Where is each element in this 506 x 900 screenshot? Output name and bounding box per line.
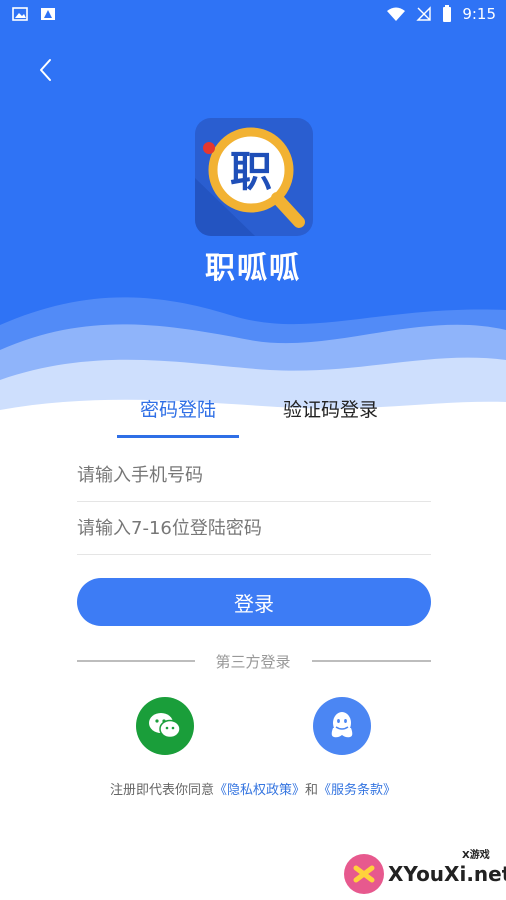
logo-char: 职	[230, 147, 272, 196]
login-tabs: 密码登陆 验证码登录	[0, 395, 506, 439]
phone-input[interactable]	[77, 449, 431, 501]
wifi-icon	[387, 7, 406, 21]
agreement-conjunction: 和	[305, 783, 319, 798]
back-arrow-icon[interactable]	[34, 56, 60, 84]
magnifier-logo-icon: 职	[195, 127, 305, 236]
watermark-small-text: X游戏	[462, 850, 490, 861]
agreement-prefix: 注册即代表你同意	[109, 783, 214, 798]
agreement-text: 注册即代表你同意《隐私权政策》和《服务条款》	[0, 779, 506, 798]
status-bar: 9:15	[0, 0, 506, 28]
password-input[interactable]	[77, 502, 431, 554]
qq-login-button[interactable]	[313, 697, 371, 755]
status-time: 9:15	[462, 5, 496, 23]
qq-icon	[331, 712, 353, 738]
tab-password-login[interactable]: 密码登陆	[140, 395, 216, 422]
no-signal-icon	[416, 6, 432, 21]
app-name: 职呱呱	[205, 251, 301, 286]
login-button[interactable]: 登录	[77, 578, 431, 626]
third-party-label: 第三方登录	[215, 653, 291, 671]
privacy-policy-link[interactable]: 《隐私权政策》	[214, 783, 305, 798]
app-notification-icon	[41, 8, 55, 20]
image-notification-icon	[12, 7, 28, 21]
password-field	[77, 502, 431, 555]
battery-icon	[443, 5, 452, 22]
wechat-icon	[149, 713, 181, 739]
watermark-text: XYouXi.net	[388, 862, 506, 886]
phone-field	[77, 449, 431, 502]
active-tab-indicator	[117, 435, 239, 438]
wechat-login-button[interactable]	[136, 697, 194, 755]
app-logo: 职	[195, 118, 313, 236]
tab-code-login[interactable]: 验证码登录	[283, 395, 378, 422]
terms-of-service-link[interactable]: 《服务条款》	[318, 783, 396, 798]
